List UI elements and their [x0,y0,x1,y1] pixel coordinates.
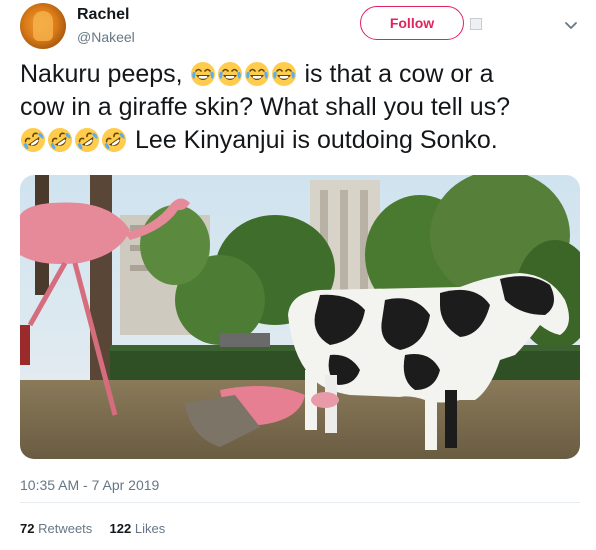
tears-of-joy-icon [217,61,243,87]
likes-count[interactable]: 122 [110,521,132,536]
user-handle[interactable]: @Nakeel [77,29,135,45]
tweet-text-line1-start: Nakuru peeps, [20,60,190,88]
tweet-text-line1-end: is that a cow or a [297,60,494,88]
user-display-name[interactable]: Rachel [77,6,129,24]
follow-button[interactable]: Follow [360,6,464,40]
rolling-on-floor-laughing-icon [20,127,46,153]
tears-of-joy-icon [271,61,297,87]
rolling-on-floor-laughing-icon [101,127,127,153]
chevron-down-icon[interactable] [564,18,578,32]
tweet-timestamp[interactable]: 10:35 AM - 7 Apr 2019 [20,477,159,493]
rolling-on-floor-laughing-icon [74,127,100,153]
rolling-on-floor-laughing-icon [47,127,73,153]
tweet-text-line3: Lee Kinyanjui is outdoing Sonko. [128,126,498,154]
widget-icon [470,18,482,30]
tweet-text: Nakuru peeps, is that a cow or a cow in … [20,58,588,157]
divider [20,502,580,503]
tears-of-joy-icon [244,61,270,87]
retweets-label[interactable]: Retweets [38,521,92,536]
tears-of-joy-icon [190,61,216,87]
tweet-stats: 72 Retweets 122 Likes [20,521,165,536]
tweet-text-line2: cow in a giraffe skin? What shall you te… [20,93,511,121]
likes-label[interactable]: Likes [135,521,165,536]
tweet-photo[interactable] [20,175,580,459]
retweets-count[interactable]: 72 [20,521,34,536]
user-avatar[interactable] [20,3,66,49]
